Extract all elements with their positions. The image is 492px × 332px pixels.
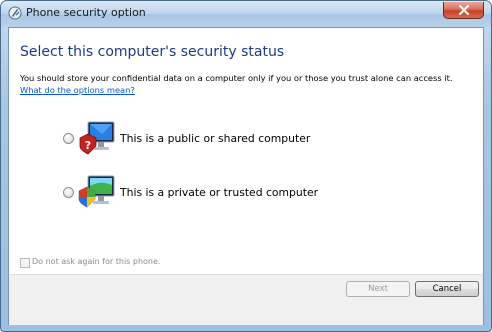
close-icon <box>458 5 470 15</box>
page-title: Select this computer's security status <box>20 44 285 60</box>
shared-computer-warning-icon: ? <box>79 121 115 155</box>
help-link[interactable]: What do the options mean? <box>20 85 135 95</box>
trusted-computer-shield-icon <box>78 175 115 208</box>
dont-ask-again-checkbox[interactable] <box>20 258 30 268</box>
dialog-content: Select this computer's security status Y… <box>8 27 484 325</box>
description-text: You should store your confidential data … <box>20 73 453 83</box>
option-public-shared[interactable]: ? This is a public or shared computer <box>63 120 323 160</box>
public-shared-label[interactable]: This is a public or shared computer <box>120 132 310 145</box>
private-trusted-label[interactable]: This is a private or trusted computer <box>120 186 318 199</box>
close-button[interactable] <box>443 2 484 19</box>
option-private-trusted[interactable]: This is a private or trusted computer <box>63 174 323 214</box>
cancel-button[interactable]: Cancel <box>415 281 479 297</box>
window-title: Phone security option <box>26 6 146 19</box>
button-bar: Next Cancel <box>9 274 483 325</box>
title-bar[interactable]: Phone security option <box>1 1 491 27</box>
dont-ask-again-label: Do not ask again for this phone. <box>32 257 161 266</box>
svg-text:?: ? <box>85 139 91 152</box>
dialog-window: Phone security option Select this comput… <box>0 0 492 332</box>
phone-app-icon <box>8 6 22 20</box>
next-button[interactable]: Next <box>346 281 410 297</box>
private-trusted-radio[interactable] <box>63 187 74 198</box>
public-shared-radio[interactable] <box>63 133 74 144</box>
